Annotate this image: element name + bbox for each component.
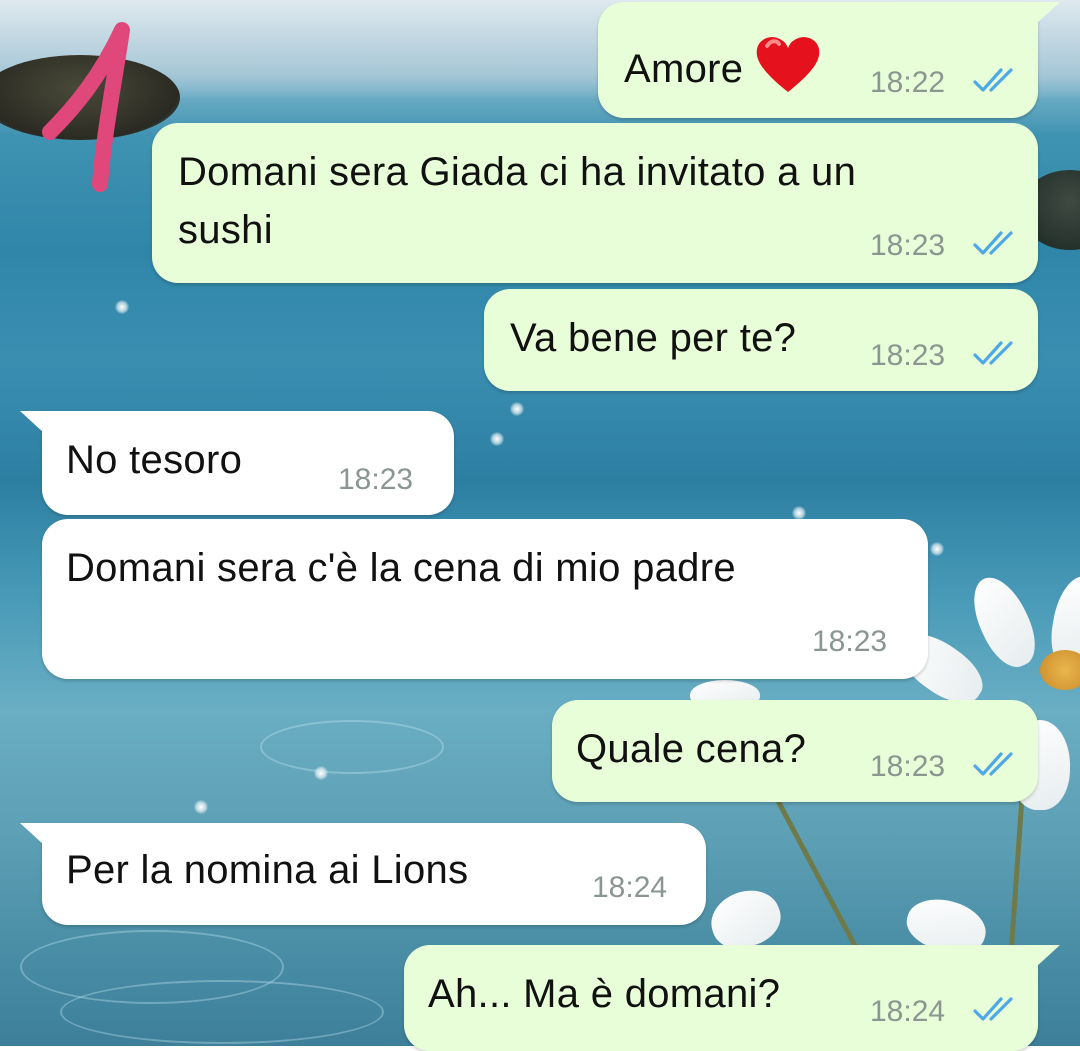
wallpaper-sparkle [115, 300, 129, 314]
message-time: 18:23 [870, 339, 946, 372]
wallpaper-sparkle [510, 402, 524, 416]
wallpaper-ripple [60, 980, 384, 1044]
message-text: Ah... Ma è domani? [428, 972, 781, 1016]
outgoing-message-bubble[interactable]: Domani sera Giada ci ha invitato a un su… [152, 123, 1038, 283]
message-text: Per la nomina ai Lions [66, 848, 469, 892]
incoming-message-bubble[interactable]: No tesoro 18:23 [20, 411, 454, 515]
read-receipt-icon [973, 997, 1013, 1021]
wallpaper-sparkle [792, 506, 806, 520]
message-time: 18:23 [812, 625, 888, 658]
message-text: Quale cena? [576, 727, 807, 771]
message-text-line: sushi [178, 208, 273, 252]
pink-mark-icon [42, 22, 130, 192]
wallpaper-sparkle [930, 542, 944, 556]
read-receipt-icon [973, 341, 1013, 365]
outgoing-message-bubble[interactable]: Va bene per te? 18:23 [484, 289, 1038, 391]
outgoing-message-bubble[interactable]: Quale cena? 18:23 [552, 700, 1038, 802]
message-time: 18:24 [870, 995, 946, 1028]
read-receipt-icon [973, 68, 1013, 92]
message-text-content: Amore [624, 47, 744, 91]
flower-center [1040, 650, 1080, 690]
message-time: 18:23 [338, 463, 414, 496]
flower-stem [775, 798, 869, 969]
read-receipt-icon [973, 752, 1013, 776]
wallpaper-sparkle [194, 800, 208, 814]
flower-petal [962, 568, 1046, 676]
message-text: Va bene per te? [510, 316, 797, 360]
incoming-message-bubble[interactable]: Per la nomina ai Lions 18:24 [20, 823, 706, 925]
message-text-line: Domani sera Giada ci ha invitato a un [178, 150, 857, 194]
outgoing-message-bubble[interactable]: Ah... Ma è domani? 18:24 [404, 945, 1060, 1051]
message-text: Amore [624, 32, 823, 97]
incoming-message-bubble[interactable]: Domani sera c'è la cena di mio padre 18:… [42, 519, 928, 679]
message-time: 18:23 [870, 229, 946, 262]
wallpaper-sparkle [490, 432, 504, 446]
outgoing-message-bubble[interactable]: Amore 18:22 [598, 2, 1060, 118]
message-text: No tesoro [66, 438, 243, 482]
red-heart-icon [757, 37, 820, 92]
read-receipt-icon [973, 231, 1013, 255]
message-time: 18:24 [592, 871, 668, 904]
message-text: Domani sera c'è la cena di mio padre [66, 546, 736, 590]
message-time: 18:22 [870, 66, 946, 99]
message-time: 18:23 [870, 750, 946, 783]
wallpaper-ripple [260, 720, 444, 774]
